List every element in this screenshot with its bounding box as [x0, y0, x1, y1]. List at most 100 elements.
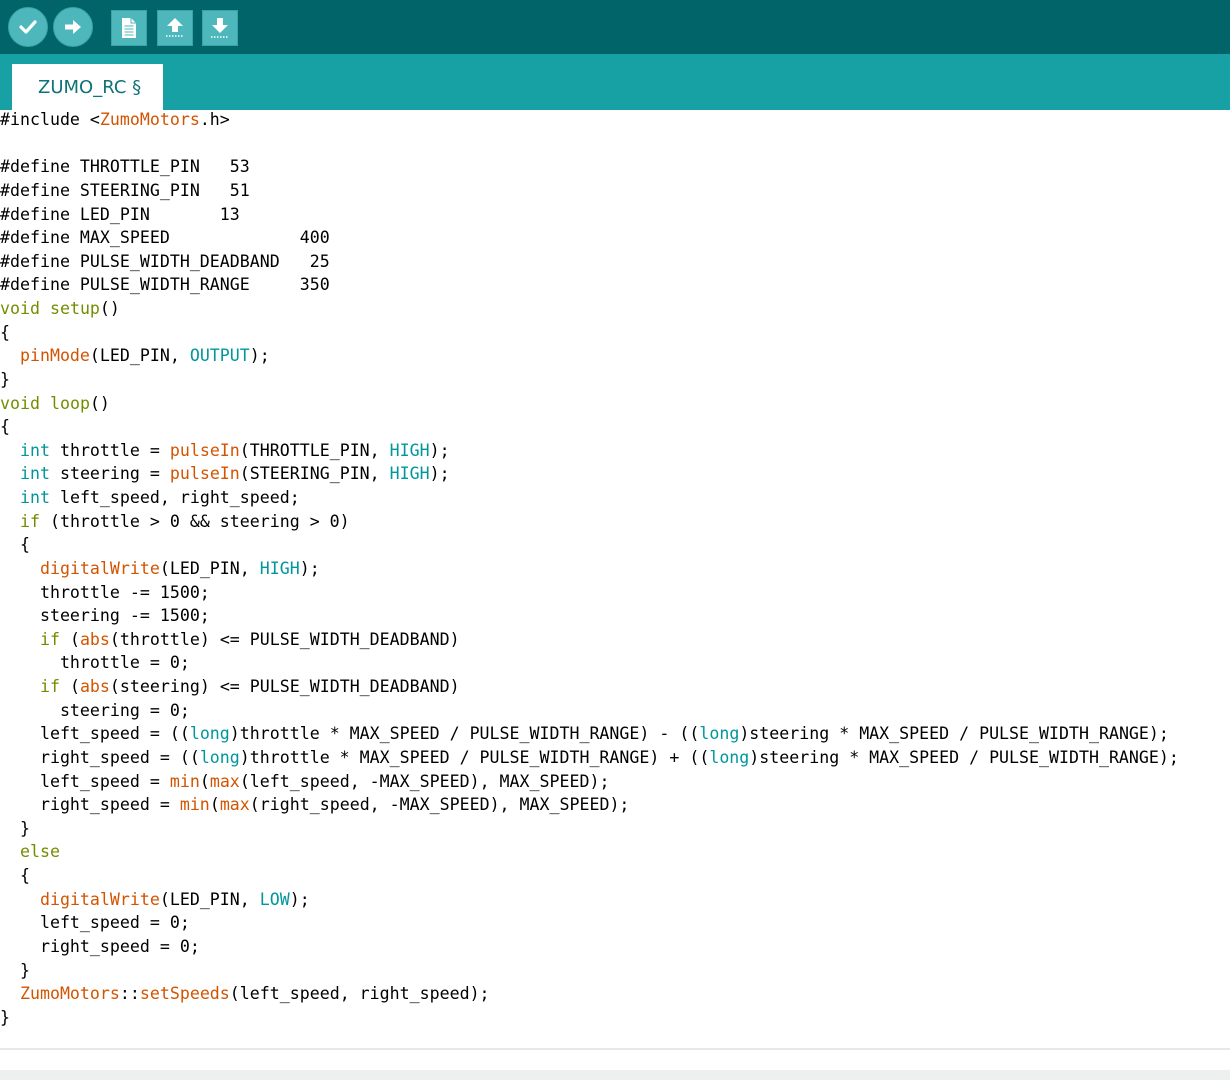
code-line[interactable]: void setup(): [0, 297, 1179, 321]
code-line[interactable]: right_speed = ((long)throttle * MAX_SPEE…: [0, 746, 1179, 770]
save-download-icon: [211, 18, 229, 38]
code-line[interactable]: right_speed = min(max(right_speed, -MAX_…: [0, 793, 1179, 817]
code-token: long: [699, 724, 740, 744]
code-line[interactable]: int left_speed, right_speed;: [0, 486, 1179, 510]
upload-button[interactable]: [53, 7, 93, 47]
code-line[interactable]: if (throttle > 0 && steering > 0): [0, 510, 1179, 534]
code-token: }: [0, 1007, 10, 1027]
verify-button[interactable]: [8, 7, 48, 47]
code-token: (right_speed, -MAX_SPEED), MAX_SPEED);: [249, 795, 630, 815]
code-token: max: [219, 795, 250, 815]
code-line[interactable]: }: [0, 959, 1179, 983]
code-token: #define PULSE_WIDTH_RANGE 350: [0, 275, 330, 295]
code-token: else: [19, 842, 60, 862]
code-token: ZumoMotors: [99, 110, 200, 129]
editor-divider: [0, 1048, 1230, 1050]
code-token: (: [59, 629, 80, 649]
code-editor[interactable]: #include <ZumoMotors.h> #define THROTTLE…: [0, 110, 1230, 1048]
code-token: int: [19, 440, 50, 460]
code-token: (): [99, 299, 120, 318]
code-line[interactable]: {: [0, 415, 1179, 439]
code-line[interactable]: #include <ZumoMotors.h>: [0, 110, 1179, 132]
code-token: int: [19, 464, 50, 484]
code-line[interactable]: throttle = 0;: [0, 651, 1179, 675]
code-line[interactable]: digitalWrite(LED_PIN, LOW);: [0, 888, 1179, 912]
code-line[interactable]: #define STEERING_PIN 51: [0, 179, 1179, 203]
code-line[interactable]: #define LED_PIN 13: [0, 203, 1179, 227]
code-line[interactable]: if (abs(steering) <= PULSE_WIDTH_DEADBAN…: [0, 675, 1179, 699]
code-line[interactable]: {: [0, 864, 1179, 888]
code-line[interactable]: left_speed = 0;: [0, 911, 1179, 935]
code-line[interactable]: #define MAX_SPEED 400: [0, 226, 1179, 250]
code-token: );: [429, 464, 450, 484]
code-line[interactable]: left_speed = min(max(left_speed, -MAX_SP…: [0, 770, 1179, 794]
code-token: (LED_PIN,: [89, 346, 190, 366]
code-line[interactable]: ZumoMotors::setSpeeds(left_speed, right_…: [0, 982, 1179, 1006]
code-token: #include <: [0, 110, 100, 129]
code-token: );: [429, 440, 450, 460]
code-token: LOW: [259, 889, 290, 909]
code-line[interactable]: int steering = pulseIn(STEERING_PIN, HIG…: [0, 462, 1179, 486]
tab-zumo-rc[interactable]: ZUMO_RC §: [12, 64, 163, 110]
code-token: if: [39, 629, 60, 649]
code-token: (LED_PIN,: [159, 889, 260, 909]
code-line[interactable]: pinMode(LED_PIN, OUTPUT);: [0, 344, 1179, 368]
code-token: )throttle * MAX_SPEED / PULSE_WIDTH_RANG…: [239, 747, 710, 767]
code-token: .h>: [199, 110, 230, 129]
code-line[interactable]: [0, 132, 1179, 156]
code-line[interactable]: }: [0, 1006, 1179, 1030]
open-button[interactable]: [157, 10, 193, 46]
code-token: if: [39, 677, 60, 696]
code-line[interactable]: #define PULSE_WIDTH_RANGE 350: [0, 273, 1179, 297]
code-token: throttle -= 1500;: [0, 582, 210, 602]
code-line[interactable]: right_speed = 0;: [0, 935, 1179, 959]
toolbar: [0, 0, 1230, 54]
code-token: left_speed = 0;: [0, 913, 190, 933]
code-line[interactable]: {: [0, 321, 1179, 345]
code-token: {: [0, 535, 30, 555]
code-token: steering -= 1500;: [0, 606, 210, 626]
code-token: pulseIn: [169, 464, 240, 484]
code-line[interactable]: #define PULSE_WIDTH_DEADBAND 25: [0, 250, 1179, 274]
code-token: digitalWrite: [39, 889, 160, 909]
code-token: (left_speed, -MAX_SPEED), MAX_SPEED);: [239, 771, 610, 791]
code-line[interactable]: if (abs(throttle) <= PULSE_WIDTH_DEADBAN…: [0, 628, 1179, 652]
code-line[interactable]: }: [0, 368, 1179, 392]
tab-label: ZUMO_RC §: [38, 76, 142, 98]
code-text[interactable]: #include <ZumoMotors.h> #define THROTTLE…: [0, 110, 1179, 1029]
new-button[interactable]: [111, 10, 147, 46]
code-line[interactable]: int throttle = pulseIn(THROTTLE_PIN, HIG…: [0, 439, 1179, 463]
code-token: abs: [79, 677, 110, 696]
code-token: );: [249, 346, 270, 366]
code-token: loop: [49, 393, 90, 413]
code-line[interactable]: digitalWrite(LED_PIN, HIGH);: [0, 557, 1179, 581]
save-button[interactable]: [202, 10, 238, 46]
code-token: );: [289, 889, 310, 909]
new-file-icon: [122, 18, 136, 38]
code-line[interactable]: {: [0, 533, 1179, 557]
code-line[interactable]: #define THROTTLE_PIN 53: [0, 155, 1179, 179]
code-token: (: [59, 677, 80, 696]
code-line[interactable]: steering = 0;: [0, 699, 1179, 723]
code-line[interactable]: }: [0, 817, 1179, 841]
code-line[interactable]: void loop(): [0, 392, 1179, 416]
code-token: );: [299, 558, 320, 578]
code-token: abs: [79, 629, 110, 649]
code-token: void: [0, 299, 40, 318]
code-line[interactable]: steering -= 1500;: [0, 604, 1179, 628]
code-token: right_speed = ((: [0, 747, 200, 767]
code-token: (LED_PIN,: [159, 558, 260, 578]
code-token: }: [0, 818, 30, 838]
code-token: (throttle > 0 && steering > 0): [39, 511, 350, 531]
code-token: #define THROTTLE_PIN 53: [0, 157, 250, 177]
code-line[interactable]: else: [0, 840, 1179, 864]
code-line[interactable]: left_speed = ((long)throttle * MAX_SPEED…: [0, 722, 1179, 746]
code-line[interactable]: throttle -= 1500;: [0, 581, 1179, 605]
